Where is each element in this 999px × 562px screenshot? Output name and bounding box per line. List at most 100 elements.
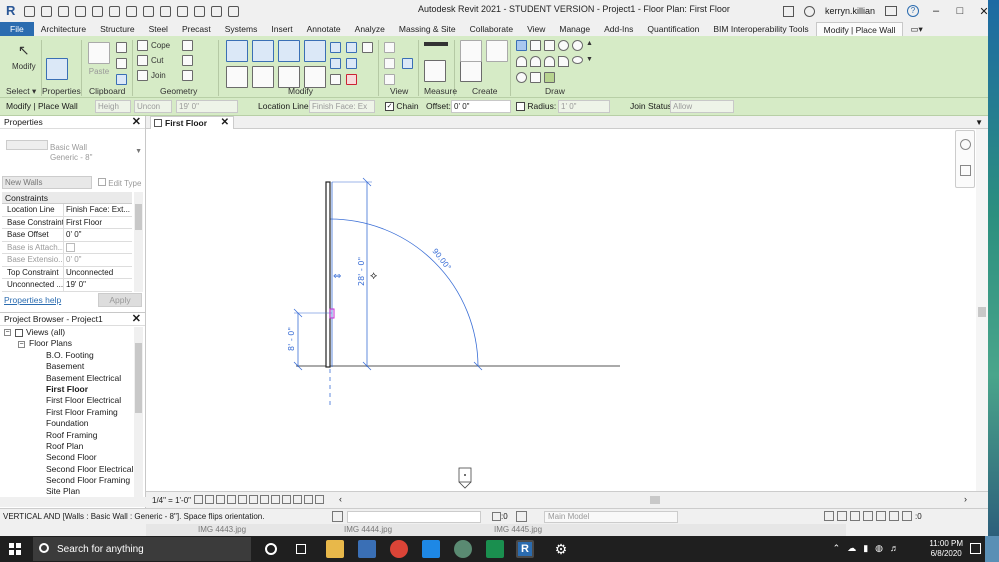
- tree-item[interactable]: Second Floor Framing: [0, 475, 134, 486]
- tree-item[interactable]: Basement: [0, 361, 134, 372]
- tab-analyze[interactable]: Analyze: [348, 22, 392, 36]
- switch-windows-icon[interactable]: [211, 5, 222, 17]
- maximize-button[interactable]: □: [953, 5, 967, 17]
- taskbar-clock[interactable]: 11:00 PM 6/8/2020: [929, 539, 963, 559]
- constraints-group-header[interactable]: Constraints: [2, 192, 132, 204]
- tab-quantification[interactable]: Quantification: [640, 22, 706, 36]
- tree-item-active[interactable]: First Floor: [0, 384, 134, 395]
- select-pinned-icon[interactable]: [850, 511, 860, 521]
- close-properties-icon[interactable]: ✕: [132, 116, 141, 129]
- collapse-icon[interactable]: −: [18, 340, 25, 348]
- location-line-select[interactable]: Finish Face: Ex: [309, 100, 375, 113]
- create-group-button[interactable]: [460, 40, 482, 62]
- tree-item[interactable]: Roof Framing: [0, 430, 134, 441]
- design-option-select[interactable]: Main Model: [544, 511, 678, 523]
- temporary-hide-icon[interactable]: [260, 495, 269, 504]
- mirror-draw-button[interactable]: [304, 40, 326, 62]
- match-type-button[interactable]: [116, 74, 127, 85]
- tab-manage[interactable]: Manage: [552, 22, 597, 36]
- trim-button[interactable]: [304, 66, 326, 88]
- modify-extra-button[interactable]: [362, 42, 373, 53]
- text-icon[interactable]: [160, 5, 171, 17]
- tab-structure[interactable]: Structure: [93, 22, 142, 36]
- properties-help-link[interactable]: Properties help: [4, 295, 61, 305]
- tab-first-floor[interactable]: First Floor ✕: [150, 116, 234, 129]
- cut-geometry-button[interactable]: Cut: [137, 55, 163, 66]
- tab-add-ins[interactable]: Add-Ins: [597, 22, 640, 36]
- tab-collaborate[interactable]: Collaborate: [463, 22, 520, 36]
- floor-plan-drawing[interactable]: ⇔ ⟡ 28' - 0" 8' - 0" 90.00°: [146, 129, 976, 491]
- type-selector[interactable]: Basic Wall Generic - 8" ▼: [2, 130, 144, 174]
- shadows-icon[interactable]: [227, 495, 236, 504]
- view-tool-2[interactable]: [384, 58, 395, 69]
- network-icon[interactable]: ◍: [875, 543, 883, 554]
- select-by-face-icon[interactable]: [863, 511, 873, 521]
- temporary-view-properties-icon[interactable]: [282, 495, 291, 504]
- measure-icon[interactable]: [126, 5, 137, 17]
- scroll-left-icon[interactable]: ‹: [339, 494, 342, 504]
- edit-type-button[interactable]: Edit Type: [98, 178, 141, 188]
- save-icon[interactable]: [41, 5, 52, 17]
- view-tabs-menu-icon[interactable]: ▼: [975, 118, 983, 127]
- undo-icon[interactable]: [75, 5, 86, 17]
- crop-view-icon[interactable]: [238, 495, 247, 504]
- tree-node-views[interactable]: − Views (all): [0, 327, 134, 338]
- drawing-canvas[interactable]: ⇔ ⟡ 28' - 0" 8' - 0" 90.00°: [146, 129, 976, 491]
- property-row[interactable]: Base is Attach...: [2, 241, 132, 254]
- base-attach-checkbox[interactable]: [64, 242, 132, 254]
- dimension-button[interactable]: [424, 60, 446, 82]
- taskbar-search[interactable]: Search for anything: [33, 537, 251, 561]
- tree-item[interactable]: Second Floor Electrical: [0, 464, 134, 475]
- view-scale[interactable]: 1/4" = 1'-0": [152, 496, 191, 505]
- copy-button[interactable]: [252, 66, 274, 88]
- filter-count[interactable]: :0: [915, 512, 922, 521]
- user-name[interactable]: kerryn.killian: [825, 6, 875, 16]
- draw-arc-start-end-button[interactable]: [516, 56, 527, 67]
- filter-icon[interactable]: [902, 511, 912, 521]
- cloud-icon[interactable]: ☁: [847, 543, 856, 554]
- section-icon[interactable]: [194, 5, 205, 17]
- tab-architecture[interactable]: Architecture: [34, 22, 93, 36]
- split-button[interactable]: [330, 42, 341, 53]
- apply-button[interactable]: Apply: [98, 293, 142, 307]
- view-tool-3[interactable]: [384, 74, 395, 85]
- open-icon[interactable]: [24, 5, 35, 17]
- battery-icon[interactable]: ▮: [863, 543, 868, 554]
- cut-clipboard-button[interactable]: [116, 42, 127, 53]
- type-dropdown-icon[interactable]: ▼: [135, 148, 142, 155]
- tab-massing-site[interactable]: Massing & Site: [392, 22, 463, 36]
- array-button[interactable]: [346, 42, 357, 53]
- chain-checkbox[interactable]: ✓ Chain: [385, 101, 419, 112]
- windows-start-icon[interactable]: [9, 543, 21, 555]
- draw-scroll-down-button[interactable]: ▼: [586, 56, 593, 63]
- offset-button[interactable]: [252, 40, 274, 62]
- dimension-icon[interactable]: [143, 5, 154, 17]
- canvas-vertical-scrollbar[interactable]: [976, 129, 988, 495]
- google-drive-icon[interactable]: [486, 540, 504, 558]
- geometry-tool-1[interactable]: [182, 40, 193, 51]
- tab-modify-place-wall[interactable]: Modify | Place Wall: [815, 22, 904, 36]
- drag-elements-icon[interactable]: [876, 511, 886, 521]
- app-icon[interactable]: [454, 540, 472, 558]
- show-crop-icon[interactable]: [249, 495, 258, 504]
- select-underlay-icon[interactable]: [837, 511, 847, 521]
- print-icon[interactable]: [109, 5, 120, 17]
- join-status-select[interactable]: Allow: [670, 100, 734, 113]
- ribbon-options-icon[interactable]: ▭▾: [903, 22, 929, 36]
- tray-chevron-icon[interactable]: ⌃: [833, 543, 841, 554]
- draw-arc-center-button[interactable]: [530, 56, 541, 67]
- background-process-icon[interactable]: [889, 511, 899, 521]
- create-part-button[interactable]: [460, 60, 482, 82]
- create-similar-button[interactable]: [486, 40, 508, 62]
- design-options-icon[interactable]: [516, 511, 527, 522]
- tree-item[interactable]: Foundation: [0, 418, 134, 429]
- draw-ellipse-button[interactable]: [572, 56, 583, 64]
- radius-checkbox[interactable]: Radius:: [516, 101, 556, 112]
- tab-view[interactable]: View: [520, 22, 552, 36]
- tab-precast[interactable]: Precast: [175, 22, 218, 36]
- mirror-axis-button[interactable]: [278, 40, 300, 62]
- move-button[interactable]: [226, 66, 248, 88]
- draw-line-button[interactable]: [516, 40, 527, 51]
- sun-path-icon[interactable]: [216, 495, 225, 504]
- property-row[interactable]: Base Offset 0' 0": [2, 229, 132, 242]
